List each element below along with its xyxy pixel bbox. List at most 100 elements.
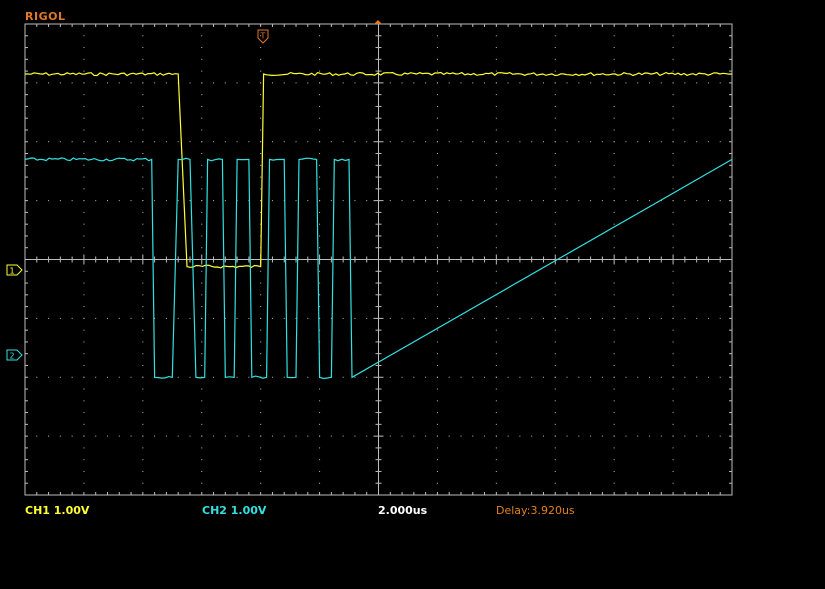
grid-dot: [554, 423, 556, 425]
grid-dot: [95, 376, 97, 378]
grid-dot: [672, 164, 674, 166]
grid-dot: [83, 82, 85, 84]
grid-dot: [260, 482, 262, 484]
grid-dot: [519, 200, 521, 202]
grid-dot: [554, 200, 556, 202]
grid-dot: [554, 235, 556, 237]
grid-dot: [330, 200, 332, 202]
grid-dot: [696, 435, 698, 437]
delay-readout[interactable]: Delay:3.920us: [496, 504, 575, 517]
grid-dot: [36, 435, 38, 437]
grid-dot: [495, 282, 497, 284]
ch2-ground-marker[interactable]: 2: [6, 349, 23, 361]
grid-dot: [177, 141, 179, 143]
grid-dot: [83, 211, 85, 213]
grid-dot: [460, 376, 462, 378]
grid-dot: [613, 223, 615, 225]
grid-dot: [236, 376, 238, 378]
grid-dot: [554, 141, 556, 143]
grid-dot: [118, 141, 120, 143]
grid-dot: [401, 200, 403, 202]
trigger-position-marker[interactable]: T: [257, 29, 269, 44]
grid-dot: [495, 364, 497, 366]
grid-dot: [672, 153, 674, 155]
grid-dot: [142, 247, 144, 249]
grid-dot: [342, 435, 344, 437]
grid-dot: [83, 141, 85, 143]
grid-dot: [578, 317, 580, 319]
grid-dot: [495, 435, 497, 437]
grid-dot: [649, 376, 651, 378]
grid-dot: [425, 435, 427, 437]
grid-dot: [307, 376, 309, 378]
grid-dot: [319, 270, 321, 272]
grid-dot: [672, 94, 674, 96]
ch1-marker-label: 1: [9, 267, 14, 276]
grid-dot: [601, 141, 603, 143]
timebase[interactable]: 2.000us: [378, 504, 427, 517]
grid-dot: [495, 141, 497, 143]
grid-dot: [201, 353, 203, 355]
grid-dot: [71, 435, 73, 437]
grid-dot: [177, 435, 179, 437]
grid-dot: [83, 129, 85, 131]
grid-dot: [436, 200, 438, 202]
grid-dot: [260, 412, 262, 414]
grid-dot: [319, 200, 321, 202]
grid-dot: [672, 317, 674, 319]
grid-dot: [142, 388, 144, 390]
grid-dot: [142, 117, 144, 119]
grid-dot: [319, 105, 321, 107]
grid-dot: [142, 200, 144, 202]
grid-dot: [507, 317, 509, 319]
grid-dot: [201, 459, 203, 461]
grid-dot: [554, 376, 556, 378]
ch1-ground-marker[interactable]: 1: [6, 264, 23, 276]
grid-dot: [319, 306, 321, 308]
ch2-scale[interactable]: CH2 1.00V: [202, 504, 266, 517]
grid-dot: [495, 117, 497, 119]
grid-dot: [283, 82, 285, 84]
grid-dot: [142, 70, 144, 72]
grid-dot: [366, 82, 368, 84]
grid-dot: [248, 82, 250, 84]
grid-dot: [436, 153, 438, 155]
grid-dot: [554, 176, 556, 178]
grid-dot: [413, 141, 415, 143]
grid-dot: [436, 400, 438, 402]
grid-dot: [495, 317, 497, 319]
grid-dot: [248, 141, 250, 143]
ch1-scale[interactable]: CH1 1.00V: [25, 504, 89, 517]
grid-dot: [142, 435, 144, 437]
grid-dot: [696, 82, 698, 84]
ch2-marker-label: 2: [9, 352, 14, 361]
grid-dot: [672, 376, 674, 378]
grid-dot: [484, 200, 486, 202]
grid-dot: [106, 82, 108, 84]
grid-dot: [542, 200, 544, 202]
grid-dot: [672, 423, 674, 425]
grid-dot: [436, 329, 438, 331]
grid-dot: [625, 376, 627, 378]
grid-dot: [436, 364, 438, 366]
trigger-level-icon[interactable]: [374, 20, 382, 24]
grid-dot: [507, 435, 509, 437]
grid-dot: [436, 188, 438, 190]
grid-dot: [260, 470, 262, 472]
grid-dot: [601, 435, 603, 437]
grid-dot: [613, 270, 615, 272]
grid-dot: [142, 400, 144, 402]
grid-dot: [495, 58, 497, 60]
grid-dot: [142, 94, 144, 96]
grid-dot: [672, 388, 674, 390]
grid-dot: [672, 482, 674, 484]
grid-dot: [224, 82, 226, 84]
grid-dot: [472, 82, 474, 84]
grid-dot: [578, 200, 580, 202]
grid-dot: [201, 235, 203, 237]
grid-dot: [637, 141, 639, 143]
grid-dot: [83, 447, 85, 449]
grid-dot: [271, 141, 273, 143]
grid-dot: [613, 188, 615, 190]
grid-dot: [389, 317, 391, 319]
